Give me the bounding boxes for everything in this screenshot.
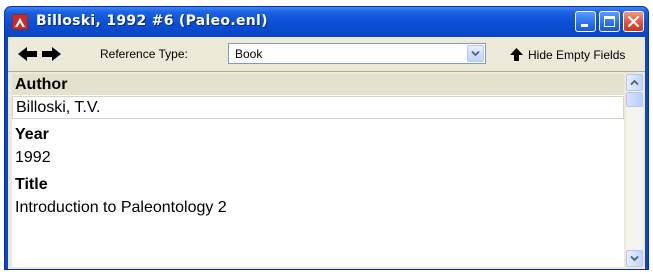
field-value-author[interactable]: Billoski, T.V. xyxy=(12,96,624,119)
hide-empty-fields-label: Hide Empty Fields xyxy=(528,47,626,62)
field-label-year: Year xyxy=(15,126,49,143)
field-label-title: Title xyxy=(15,176,48,193)
maximize-icon xyxy=(604,16,615,27)
reference-type-select[interactable]: Book xyxy=(228,43,486,64)
scroll-up-button[interactable] xyxy=(626,74,643,91)
scroll-down-button[interactable] xyxy=(626,250,643,267)
minimize-button[interactable] xyxy=(575,11,596,32)
vertical-scrollbar[interactable] xyxy=(626,74,643,267)
reference-type-label: Reference Type: xyxy=(100,47,188,61)
window-client-area: Reference Type: Book Hide Empty Fields A… xyxy=(8,37,645,269)
window-title: Billoski, 1992 #6 (Paleo.enl) xyxy=(36,13,268,29)
chevron-down-icon xyxy=(630,255,639,262)
back-button[interactable] xyxy=(18,46,38,62)
endnote-app-icon[interactable] xyxy=(12,14,28,30)
forward-button[interactable] xyxy=(41,46,61,62)
close-button[interactable] xyxy=(623,11,644,32)
chevron-down-icon xyxy=(471,50,480,57)
back-arrow-icon xyxy=(18,47,37,61)
field-label-author: Author xyxy=(12,74,624,95)
chevron-up-icon xyxy=(630,79,639,86)
reference-window: Billoski, 1992 #6 (Paleo.enl) Reference … xyxy=(4,6,649,270)
field-value-title[interactable]: Introduction to Paleontology 2 xyxy=(12,197,624,219)
up-arrow-icon xyxy=(510,48,523,62)
forward-arrow-icon xyxy=(42,47,61,61)
maximize-button[interactable] xyxy=(599,11,620,32)
scrollbar-thumb[interactable] xyxy=(626,92,643,107)
close-icon xyxy=(627,15,640,28)
field-value-year[interactable]: 1992 xyxy=(12,147,624,169)
title-bar[interactable]: Billoski, 1992 #6 (Paleo.enl) xyxy=(5,7,648,37)
hide-empty-fields-button[interactable]: Hide Empty Fields xyxy=(510,46,625,62)
minimize-icon xyxy=(581,24,588,27)
reference-type-value: Book xyxy=(235,47,263,61)
reference-toolbar: Reference Type: Book Hide Empty Fields xyxy=(8,37,645,72)
reference-fields-panel: Author Billoski, T.V. Year 1992 Title In… xyxy=(12,74,624,267)
reference-type-dropdown-button[interactable] xyxy=(467,45,484,62)
